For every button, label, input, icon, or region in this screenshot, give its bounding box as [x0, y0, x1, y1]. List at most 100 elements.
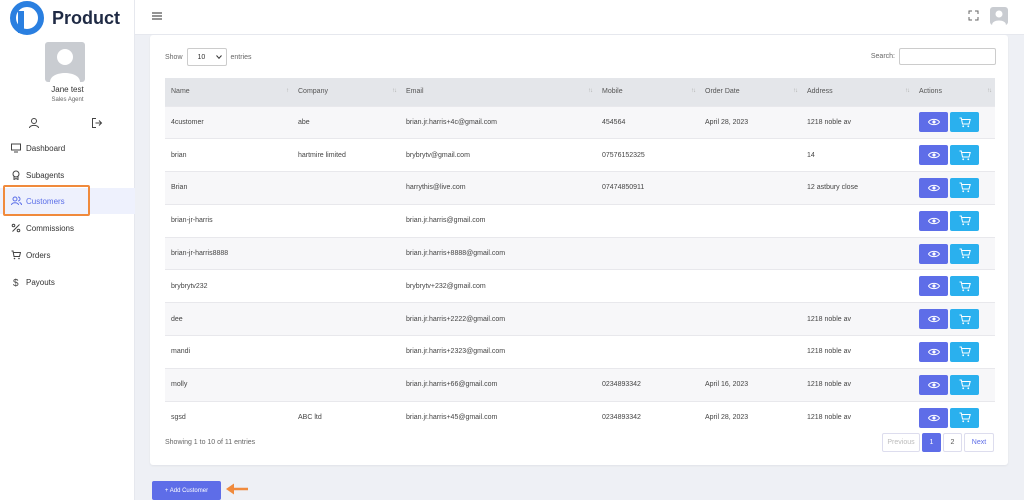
- sort-icon: ↑↓: [793, 88, 798, 94]
- order-date-cell: April 16, 2023: [699, 367, 801, 402]
- fullscreen-icon[interactable]: [968, 10, 979, 21]
- company-cell: ABC ltd: [292, 400, 400, 434]
- cart-button[interactable]: [950, 243, 979, 264]
- view-button[interactable]: [919, 112, 948, 133]
- column-header-company[interactable]: Company ↑↓: [292, 78, 400, 106]
- page-length-value: 10: [197, 53, 206, 61]
- monitor-icon: [10, 142, 22, 154]
- customers-table: Name ↑ Company ↑↓ Email ↑↓ Mobile ↑↓ Order D…: [165, 78, 995, 434]
- view-button[interactable]: [919, 341, 948, 362]
- view-button[interactable]: [919, 309, 948, 330]
- eye-icon: [927, 414, 940, 421]
- view-button[interactable]: [919, 374, 948, 395]
- email-cell: brian.jr.harris+66@gmail.com: [400, 367, 596, 402]
- sort-icon: ↑↓: [987, 88, 992, 94]
- eye-icon: [927, 381, 940, 388]
- view-button[interactable]: [919, 177, 948, 198]
- cart-button[interactable]: [950, 145, 979, 166]
- logout-icon[interactable]: [91, 117, 103, 129]
- name-cell: dee: [165, 302, 292, 336]
- view-button[interactable]: [919, 243, 948, 264]
- name-cell: molly: [165, 367, 292, 402]
- badge-icon: [10, 169, 22, 181]
- menu-toggle-icon[interactable]: [151, 10, 163, 22]
- order-date-cell: [699, 203, 801, 238]
- view-button[interactable]: [919, 145, 948, 166]
- email-cell: brian.jr.harris+8888@gmail.com: [400, 236, 596, 270]
- topbar-avatar[interactable]: [990, 7, 1008, 25]
- column-header-name[interactable]: Name ↑: [165, 78, 292, 106]
- cart-button[interactable]: [950, 407, 979, 428]
- column-header-address[interactable]: Address ↑↓: [801, 78, 913, 106]
- search-input[interactable]: [899, 48, 996, 65]
- topbar: [135, 0, 1024, 35]
- pagination-next[interactable]: Next: [964, 433, 994, 452]
- company-cell: abe: [292, 105, 400, 139]
- name-cell: brian-jr-harris8888: [165, 236, 292, 270]
- table-row: dee brian.jr.harris+2222@gmail.com 1218 no…: [165, 302, 995, 336]
- address-cell: 1218 noble av: [801, 400, 913, 434]
- sidebar-item-commissions[interactable]: Commissions: [0, 215, 135, 241]
- actions-cell: [913, 335, 995, 369]
- cart-button[interactable]: [950, 276, 979, 297]
- address-cell: 1218 noble av: [801, 302, 913, 336]
- entries-label: entries: [230, 53, 252, 61]
- column-header-email[interactable]: Email ↑↓: [400, 78, 596, 106]
- eye-icon: [927, 184, 940, 192]
- order-date-cell: [699, 138, 801, 172]
- cart-icon: [959, 379, 971, 390]
- mobile-cell: 07576152325: [596, 138, 699, 172]
- view-button[interactable]: [919, 407, 948, 428]
- user-role: Sales Agent: [51, 97, 84, 103]
- add-customer-button[interactable]: + Add Customer: [152, 481, 221, 500]
- company-cell: hartmire limited: [292, 138, 400, 172]
- column-header-mobile[interactable]: Mobile ↑↓: [596, 78, 699, 106]
- cart-icon: [959, 182, 971, 193]
- sidebar-item-label: Orders: [26, 250, 51, 260]
- view-button[interactable]: [919, 210, 948, 231]
- company-cell: [292, 367, 400, 402]
- company-cell: [292, 171, 400, 205]
- pagination-page-1[interactable]: 1: [922, 433, 941, 452]
- mobile-cell: [596, 269, 699, 303]
- brand[interactable]: Product: [10, 1, 120, 35]
- pagination-page-2[interactable]: 2: [943, 433, 962, 452]
- email-cell: brybrytv@gmail.com: [400, 138, 596, 172]
- table-info: Showing 1 to 10 of 11 entries: [165, 439, 256, 446]
- email-cell: brybrytv+232@gmail.com: [400, 269, 596, 303]
- mobile-cell: 07474850911: [596, 171, 699, 205]
- address-cell: [801, 236, 913, 270]
- email-cell: brian.jr.harris@gmail.com: [400, 203, 596, 238]
- cart-button[interactable]: [950, 112, 979, 133]
- cart-button[interactable]: [950, 309, 979, 330]
- cart-button[interactable]: [950, 374, 979, 395]
- name-cell: brian-jr-harris: [165, 203, 292, 238]
- cart-button[interactable]: [950, 177, 979, 198]
- sort-asc-icon: ↑: [286, 88, 289, 94]
- sidebar: Product Jane test Sales Agent Dashboard …: [0, 0, 135, 500]
- sidebar-item-label: Subagents: [26, 170, 65, 180]
- eye-icon: [927, 348, 940, 356]
- mobile-cell: [596, 302, 699, 336]
- view-button[interactable]: [919, 276, 948, 297]
- column-header-actions[interactable]: Actions ↑↓: [913, 78, 995, 106]
- column-header-order-date[interactable]: Order Date ↑↓: [699, 78, 801, 106]
- search-label: Search:: [870, 53, 895, 60]
- address-cell: 1218 noble av: [801, 105, 913, 139]
- table-header: Name ↑ Company ↑↓ Email ↑↓ Mobile ↑↓ Order D…: [165, 78, 995, 106]
- sort-icon: ↑↓: [392, 88, 397, 94]
- sidebar-item-payouts[interactable]: $ Payouts: [0, 269, 135, 295]
- cart-button[interactable]: [950, 341, 979, 362]
- order-date-cell: [699, 269, 801, 303]
- customers-highlight: [3, 185, 90, 216]
- profile-icon[interactable]: [28, 117, 40, 129]
- sidebar-item-orders[interactable]: Orders: [0, 242, 135, 268]
- pagination-previous[interactable]: Previous: [882, 433, 920, 452]
- order-date-cell: [699, 171, 801, 205]
- cart-button[interactable]: [950, 210, 979, 231]
- page-length-select[interactable]: 10: [186, 48, 227, 66]
- eye-icon: [927, 250, 940, 257]
- table-row: brian-jr-harris brian.jr.harris@gmail.com: [165, 203, 995, 238]
- actions-cell: [913, 302, 995, 336]
- sidebar-item-dashboard[interactable]: Dashboard: [0, 135, 135, 161]
